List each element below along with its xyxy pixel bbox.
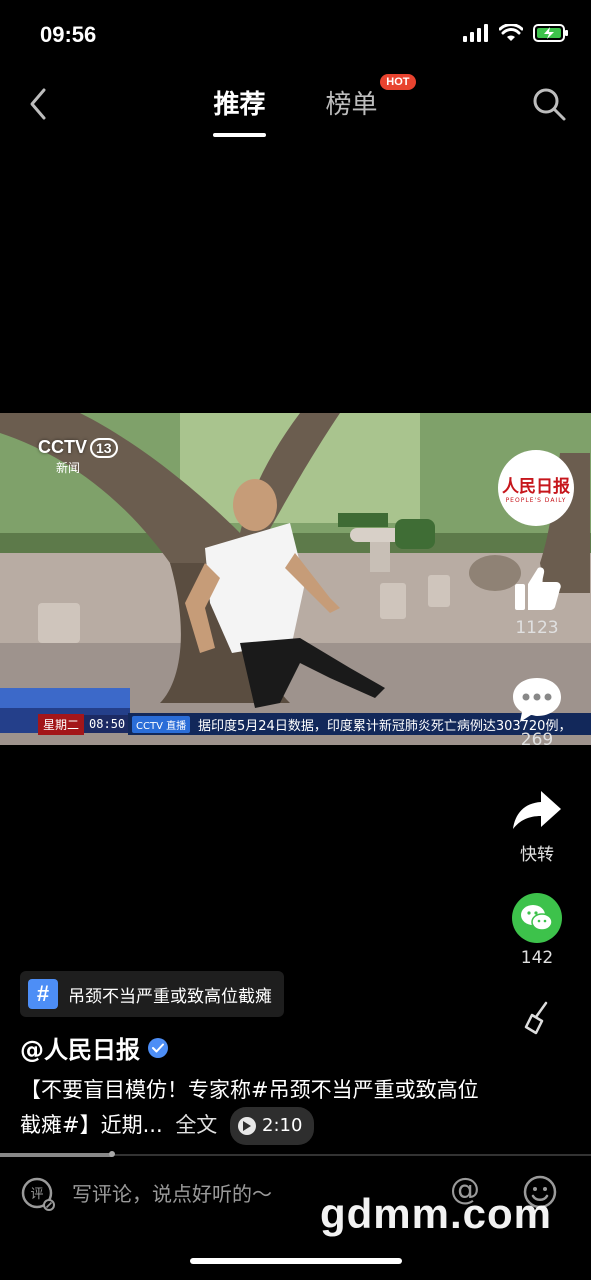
topic-tag[interactable]: # 吊颈不当严重或致高位截瘫 [20, 971, 284, 1017]
duration-badge[interactable]: 2:10 [230, 1107, 315, 1145]
comment-bubble-icon [513, 678, 561, 722]
ticker-day: 星期二 [38, 713, 85, 735]
forward-arrow-icon [513, 791, 561, 829]
write-comment-icon[interactable]: 评 [20, 1176, 56, 1212]
top-tabs: 推荐 榜单 HOT [0, 74, 591, 137]
comment-input[interactable]: 写评论，说点好听的～ [72, 1178, 272, 1207]
tab-recommended[interactable]: 推荐 [213, 84, 266, 137]
full-text-link[interactable]: 全文 [175, 1113, 217, 1137]
verified-badge-icon [148, 1037, 168, 1058]
hashtag-icon: # [28, 979, 58, 1009]
site-watermark: gdmm.com [320, 1190, 553, 1237]
battery-charging-icon [533, 24, 568, 42]
tab-rankings[interactable]: 榜单 HOT [325, 74, 416, 121]
comment-count: 269 [520, 730, 554, 750]
clean-mode-button[interactable] [501, 990, 573, 1046]
hot-badge: HOT [380, 74, 416, 90]
home-indicator[interactable] [190, 1258, 402, 1264]
search-icon[interactable] [531, 86, 567, 122]
publisher-avatar[interactable]: 人民日报 PEOPLE'S DAILY [498, 450, 574, 526]
active-tab-underline [213, 133, 266, 137]
cctv-channel-sub: 新闻 [56, 461, 81, 475]
cctv-channel-number: 13 [90, 438, 118, 458]
cctv-logo-text: CCTV [38, 437, 87, 457]
tab-rankings-label: 榜单 [325, 90, 378, 120]
ticker-tag: CCTV 直播 [132, 716, 191, 733]
cellular-signal-icon [463, 24, 488, 42]
tab-recommended-label: 推荐 [213, 90, 266, 120]
cctv-channel-logo: CCTV 13 [38, 437, 118, 458]
progress-knob[interactable] [109, 1151, 116, 1157]
status-icons [463, 24, 569, 42]
forward-button[interactable]: 快转 [501, 782, 573, 865]
ticker-time: 08:50 [84, 715, 131, 733]
publisher-logo-cn: 人民日报 [502, 477, 570, 497]
topic-label: 吊颈不当严重或致高位截瘫 [68, 986, 272, 1007]
broom-icon [524, 1001, 548, 1035]
thumbs-up-icon [515, 567, 561, 610]
wechat-share-button[interactable]: 142 [501, 890, 573, 968]
author-handle: @人民日报 [20, 1036, 140, 1064]
wechat-icon [512, 893, 562, 943]
ticker-datetime: 星期二 08:50 [38, 713, 131, 735]
progress-fill [0, 1153, 113, 1157]
publisher-logo-en: PEOPLE'S DAILY [505, 497, 567, 504]
play-icon [238, 1117, 256, 1135]
comment-button[interactable]: 269 [501, 672, 573, 750]
forward-label: 快转 [520, 845, 554, 865]
author-name[interactable]: @人民日报 [20, 1030, 168, 1065]
wechat-count: 142 [520, 948, 554, 968]
svg-text:评: 评 [30, 1187, 43, 1202]
status-time: 09:56 [40, 22, 97, 47]
like-count: 1123 [515, 618, 559, 638]
like-button[interactable]: 1123 [501, 560, 573, 638]
duration-text: 2:10 [262, 1115, 303, 1136]
wifi-icon [499, 24, 523, 41]
post-description: 【不要盲目模仿！专家称#吊颈不当严重或致高位截瘫#】近期... 全文 2:10 [20, 1073, 490, 1145]
